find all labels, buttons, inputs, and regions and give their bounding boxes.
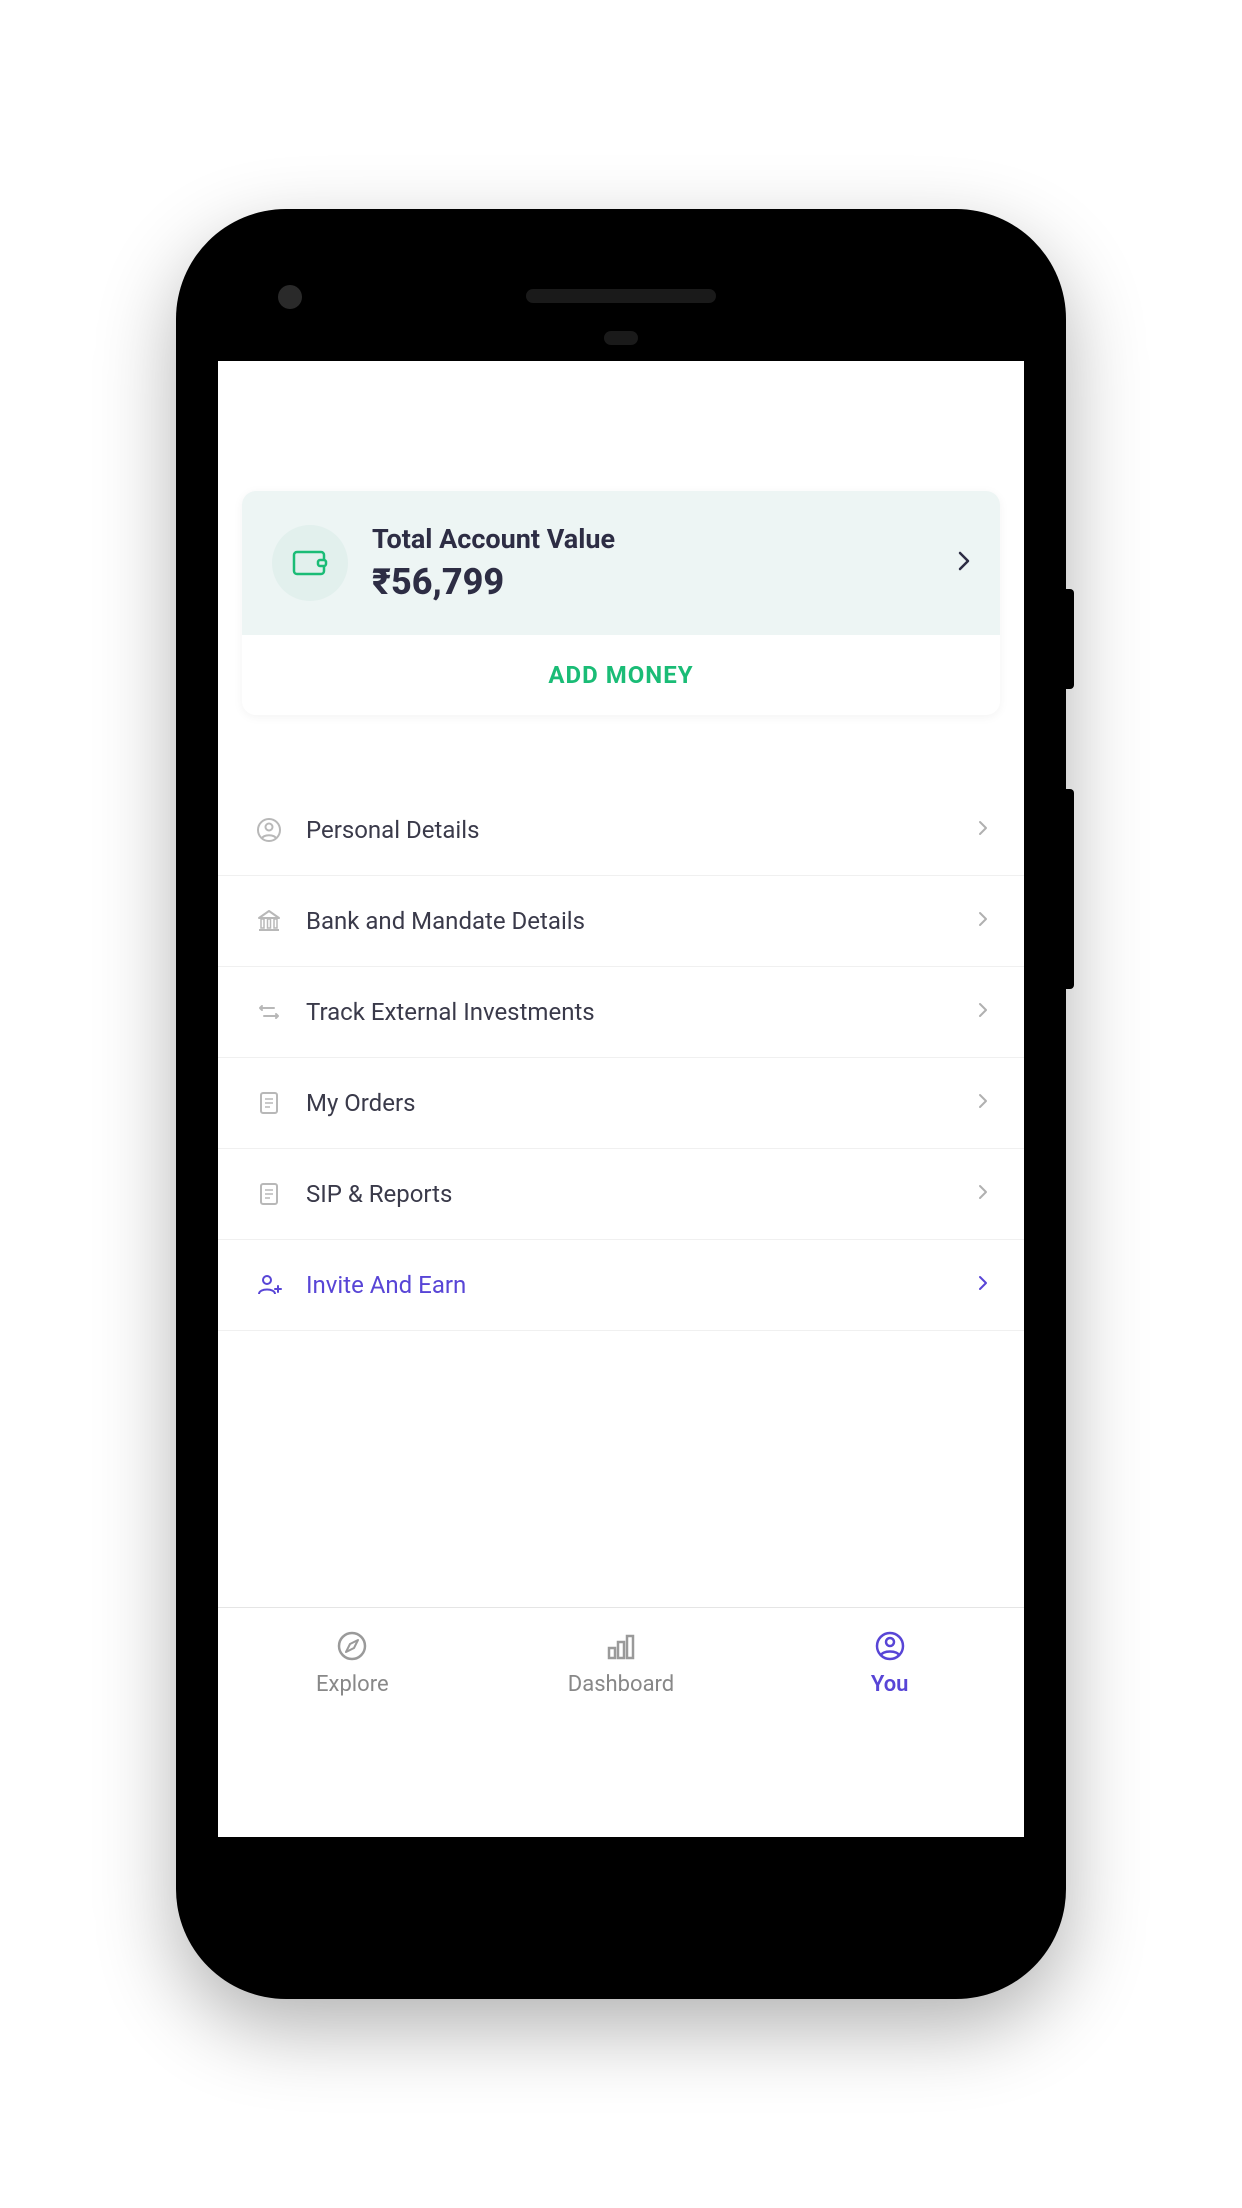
- nav-dashboard[interactable]: Dashboard: [487, 1608, 756, 1717]
- chevron-right-icon: [978, 1093, 988, 1113]
- camera-dot: [278, 285, 302, 309]
- menu-track-investments[interactable]: Track External Investments: [218, 967, 1024, 1058]
- phone-frame: Total Account Value ₹56,799 ADD MONEY: [176, 209, 1066, 1999]
- person-icon: [254, 815, 284, 845]
- chevron-right-icon: [958, 551, 970, 575]
- nav-you[interactable]: You: [755, 1608, 1024, 1717]
- account-card: Total Account Value ₹56,799 ADD MONEY: [242, 491, 1000, 715]
- person-add-icon: [254, 1270, 284, 1300]
- menu-label: My Orders: [306, 1089, 956, 1117]
- menu-label: Track External Investments: [306, 998, 956, 1026]
- menu-sip-reports[interactable]: SIP & Reports: [218, 1149, 1024, 1240]
- nav-label: You: [871, 1672, 909, 1697]
- menu-bank-details[interactable]: Bank and Mandate Details: [218, 876, 1024, 967]
- account-label: Total Account Value: [372, 523, 934, 555]
- bottom-space: [218, 1717, 1024, 1837]
- menu-label: Invite And Earn: [306, 1271, 956, 1299]
- phone-inner: Total Account Value ₹56,799 ADD MONEY: [198, 231, 1044, 1977]
- wallet-icon: [272, 525, 348, 601]
- arrows-icon: [254, 997, 284, 1027]
- chevron-right-icon: [978, 911, 988, 931]
- earpiece: [526, 289, 716, 303]
- add-money-button[interactable]: ADD MONEY: [242, 635, 1000, 715]
- side-button: [1066, 589, 1074, 689]
- bank-icon: [254, 906, 284, 936]
- person-circle-icon: [872, 1628, 908, 1664]
- menu-my-orders[interactable]: My Orders: [218, 1058, 1024, 1149]
- account-text: Total Account Value ₹56,799: [372, 523, 934, 603]
- chevron-right-icon: [978, 820, 988, 840]
- bottom-nav: Explore Dashboard You: [218, 1607, 1024, 1717]
- account-value: ₹56,799: [372, 561, 934, 603]
- chevron-right-icon: [978, 1275, 988, 1295]
- document-icon: [254, 1088, 284, 1118]
- document-icon: [254, 1179, 284, 1209]
- menu-personal-details[interactable]: Personal Details: [218, 785, 1024, 876]
- menu-label: SIP & Reports: [306, 1180, 956, 1208]
- chevron-right-icon: [978, 1184, 988, 1204]
- side-button: [1066, 789, 1074, 989]
- menu-label: Personal Details: [306, 816, 956, 844]
- menu-invite-earn[interactable]: Invite And Earn: [218, 1240, 1024, 1331]
- chevron-right-icon: [978, 1002, 988, 1022]
- nav-label: Explore: [316, 1672, 389, 1697]
- sensor: [604, 331, 638, 345]
- compass-icon: [334, 1628, 370, 1664]
- account-summary[interactable]: Total Account Value ₹56,799: [242, 491, 1000, 635]
- add-money-label: ADD MONEY: [548, 661, 693, 689]
- nav-explore[interactable]: Explore: [218, 1608, 487, 1717]
- screen: Total Account Value ₹56,799 ADD MONEY: [218, 361, 1024, 1837]
- nav-label: Dashboard: [568, 1672, 674, 1697]
- menu-list: Personal Details Bank and Mandate Detail…: [218, 785, 1024, 1331]
- menu-label: Bank and Mandate Details: [306, 907, 956, 935]
- bars-icon: [603, 1628, 639, 1664]
- content-area: Total Account Value ₹56,799 ADD MONEY: [218, 361, 1024, 1607]
